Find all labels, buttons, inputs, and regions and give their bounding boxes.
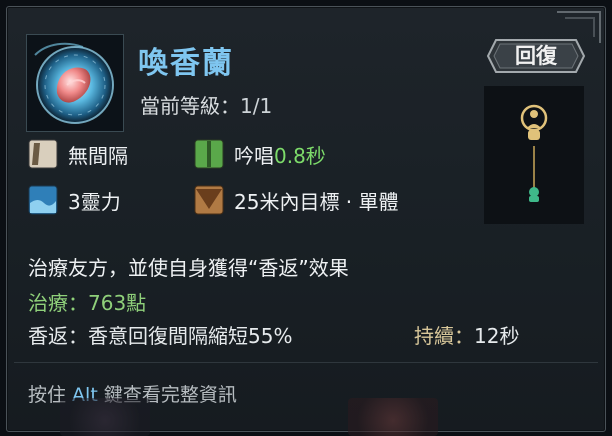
fragrance-line: 香返：香意回復間隔縮短55% bbox=[28, 320, 292, 349]
stat-cast-time: 吟唱 0.8秒 bbox=[194, 139, 326, 169]
heal-label: 治療： bbox=[28, 291, 88, 315]
range-indicator bbox=[484, 86, 584, 224]
frame-corner-ornament-inner bbox=[565, 17, 595, 37]
stat-cost: 3靈力 bbox=[28, 185, 121, 215]
fragrance-value: 香意回復間隔縮短55% bbox=[88, 324, 293, 348]
skill-type-label: 回復 bbox=[515, 44, 557, 68]
interval-icon bbox=[28, 139, 58, 169]
stat-cast-value: 0.8秒 bbox=[274, 143, 326, 168]
skill-type-badge: 回復 bbox=[486, 38, 586, 74]
skill-description: 治療友方，並使自身獲得“香返”效果 bbox=[28, 256, 349, 280]
range-icon bbox=[194, 185, 224, 215]
heal-line: 治療：763點 bbox=[28, 287, 146, 316]
duration-value: 12秒 bbox=[474, 324, 520, 348]
duration-label: 持續： bbox=[414, 324, 474, 348]
background-skill-thumbnail bbox=[60, 398, 150, 436]
stat-interval: 無間隔 bbox=[28, 139, 128, 169]
background-skill-thumbnail bbox=[348, 398, 438, 436]
duration-line: 持續：12秒 bbox=[414, 320, 519, 349]
skill-name: 喚香蘭 bbox=[138, 46, 234, 81]
skill-icon bbox=[26, 34, 124, 132]
spirit-cost-icon bbox=[28, 185, 58, 215]
heal-value: 763點 bbox=[88, 291, 147, 315]
divider bbox=[14, 362, 598, 363]
caster-icon bbox=[520, 104, 548, 140]
skill-level-label: 當前等級： bbox=[140, 94, 240, 118]
fragrance-label: 香返： bbox=[28, 324, 88, 348]
stat-cost-text: 3靈力 bbox=[68, 189, 121, 214]
stat-interval-text: 無間隔 bbox=[68, 143, 128, 168]
cast-time-icon bbox=[194, 139, 224, 169]
stat-cast-label: 吟唱 bbox=[234, 143, 274, 168]
skill-level-value: 1/1 bbox=[240, 94, 273, 118]
target-icon bbox=[529, 187, 539, 202]
skill-level: 當前等級：1/1 bbox=[140, 90, 272, 119]
stat-range: 25米內目標 · 單體 bbox=[194, 185, 399, 215]
stat-range-text: 25米內目標 · 單體 bbox=[234, 189, 399, 214]
